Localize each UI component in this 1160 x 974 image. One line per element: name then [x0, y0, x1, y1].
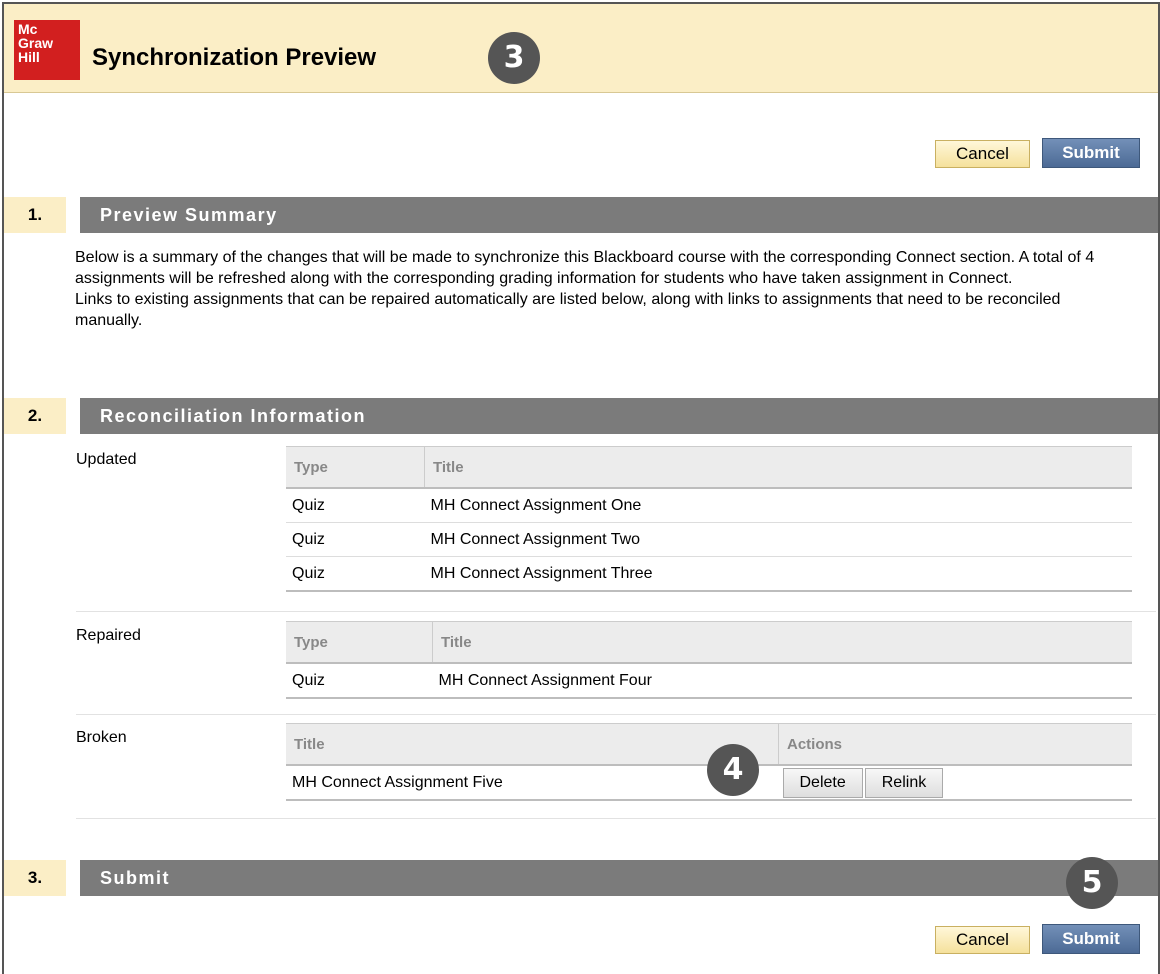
- column-header-actions: Actions: [778, 723, 1132, 766]
- column-header-title[interactable]: Title: [286, 723, 779, 766]
- page-title: Synchronization Preview: [92, 44, 377, 71]
- callout-badge-4: 4: [707, 744, 759, 796]
- table-header-row: Type Title: [286, 621, 1132, 664]
- delete-button[interactable]: Delete: [782, 767, 863, 798]
- title-cell: MH Connect Assignment Three: [424, 556, 1132, 592]
- table-row: Quiz MH Connect Assignment Two: [286, 522, 1132, 557]
- section-number: 1.: [4, 197, 66, 233]
- title-cell: MH Connect Assignment Five: [286, 765, 779, 801]
- section-title: Preview Summary: [80, 197, 1158, 233]
- cancel-button-bottom[interactable]: Cancel: [935, 926, 1030, 954]
- title-cell: MH Connect Assignment Two: [424, 522, 1132, 557]
- column-header-title[interactable]: Title: [432, 621, 1132, 664]
- section-title: Submit: [80, 860, 1158, 896]
- section-preview-summary: 1. Preview Summary: [4, 197, 1158, 233]
- column-header-type[interactable]: Type: [286, 446, 425, 489]
- relink-button[interactable]: Relink: [864, 767, 944, 798]
- repaired-label: Repaired: [76, 627, 141, 644]
- broken-label: Broken: [76, 729, 127, 746]
- callout-badge-5: 5: [1066, 857, 1118, 909]
- type-cell: Quiz: [286, 488, 425, 523]
- mcgraw-hill-logo: Mc Graw Hill: [14, 20, 80, 80]
- summary-paragraph: Links to existing assignments that can b…: [75, 291, 1061, 329]
- table-row: Quiz MH Connect Assignment Four: [286, 663, 1132, 699]
- submit-button-top[interactable]: Submit: [1042, 138, 1140, 168]
- repaired-table: Type Title Quiz MH Connect Assignment Fo…: [286, 621, 1132, 699]
- column-header-type[interactable]: Type: [286, 621, 433, 664]
- updated-table: Type Title Quiz MH Connect Assignment On…: [286, 446, 1132, 592]
- table-header-row: Type Title: [286, 446, 1132, 489]
- table-row: Quiz MH Connect Assignment One: [286, 488, 1132, 523]
- summary-paragraph: Below is a summary of the changes that w…: [75, 249, 1095, 287]
- cancel-button-top[interactable]: Cancel: [935, 140, 1030, 168]
- title-cell: MH Connect Assignment Four: [432, 663, 1132, 699]
- column-header-title[interactable]: Title: [424, 446, 1132, 489]
- type-cell: Quiz: [286, 556, 425, 592]
- title-cell: MH Connect Assignment One: [424, 488, 1132, 523]
- group-divider: [76, 818, 1156, 819]
- section-title: Reconciliation Information: [80, 398, 1158, 434]
- group-divider: [76, 611, 1156, 612]
- updated-label: Updated: [76, 451, 137, 468]
- actions-cell: Delete Relink: [778, 765, 1132, 801]
- section-number: 2.: [4, 398, 66, 434]
- section-submit: 3. Submit: [4, 860, 1158, 896]
- callout-badge-3: 3: [488, 32, 540, 84]
- section-reconciliation-information: 2. Reconciliation Information: [4, 398, 1158, 434]
- submit-button-bottom[interactable]: Submit: [1042, 924, 1140, 954]
- preview-summary-text: Below is a summary of the changes that w…: [75, 247, 1125, 331]
- type-cell: Quiz: [286, 522, 425, 557]
- section-number: 3.: [4, 860, 66, 896]
- page-header: Mc Graw Hill Synchronization Preview: [4, 4, 1158, 93]
- type-cell: Quiz: [286, 663, 433, 699]
- group-divider: [76, 714, 1156, 715]
- table-row: Quiz MH Connect Assignment Three: [286, 556, 1132, 592]
